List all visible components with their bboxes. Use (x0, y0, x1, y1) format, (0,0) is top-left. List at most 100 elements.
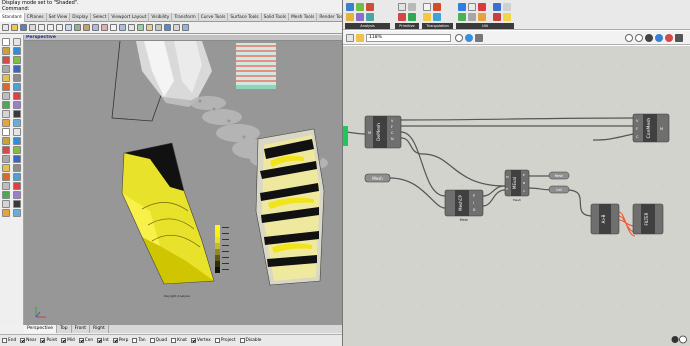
gh-definition[interactable]: DeMesh M V F C N Mesh MeshCP P I D Mesh (343, 46, 690, 346)
tool-palette-icon[interactable] (2, 56, 10, 64)
tool-palette-icon[interactable] (13, 137, 21, 145)
osnap-mid[interactable]: Mid (61, 335, 75, 346)
toolbar-tab-visibility[interactable]: Visibility (149, 13, 173, 22)
toolbar-tab-select[interactable]: Select (91, 13, 110, 22)
tool-palette-icon[interactable] (13, 128, 21, 136)
preview-mode-icon[interactable] (635, 34, 643, 42)
curvature-icon[interactable] (356, 13, 364, 21)
new-file-icon[interactable] (2, 24, 9, 31)
blur-icon[interactable] (478, 13, 486, 21)
toolbar-tab-render-tools[interactable]: Render Tools (317, 13, 342, 22)
toolbar-tab-curve-tools[interactable]: Curve Tools (199, 13, 229, 22)
tool-palette-icon[interactable] (13, 65, 21, 73)
command-prompt[interactable]: Command: (2, 6, 29, 13)
undo-icon[interactable] (65, 24, 72, 31)
convex-hull-icon[interactable] (423, 13, 431, 21)
tool-palette-icon[interactable] (2, 137, 10, 145)
perspective-viewport[interactable]: Perspective Daylight Analysis (24, 35, 343, 325)
new-document-icon[interactable] (346, 34, 354, 42)
osnap-int[interactable]: Int (97, 335, 109, 346)
mesh-colours-icon[interactable] (493, 3, 501, 11)
mesh-plane-icon[interactable] (398, 13, 406, 21)
osnap-knot[interactable]: Knot (171, 335, 187, 346)
osnap-checkbox[interactable] (40, 338, 46, 343)
tool-palette-icon[interactable] (2, 209, 10, 217)
toolbar-tab-solid-tools[interactable]: Solid Tools (262, 13, 290, 22)
osnap-checkbox[interactable] (132, 338, 138, 343)
zoom-extents-icon[interactable] (101, 24, 108, 31)
osnap-near[interactable]: Near (20, 335, 36, 346)
view-tab-right[interactable]: Right (90, 325, 109, 333)
tool-palette-icon[interactable] (13, 146, 21, 154)
osnap-disable[interactable]: Disable (239, 335, 261, 346)
deconstruct-mesh-component[interactable]: DeMesh M V F C N (364, 115, 402, 149)
filter-component[interactable]: FILTER (632, 203, 664, 235)
osnap-checkbox[interactable] (239, 338, 245, 343)
toolbar-tab-transform[interactable]: Transform (172, 13, 199, 22)
tool-palette-icon[interactable] (2, 128, 10, 136)
toolbar-tab-surface-tools[interactable]: Surface Tools (228, 13, 262, 22)
zoom-icon[interactable] (92, 24, 99, 31)
tool-palette-icon[interactable] (13, 83, 21, 91)
tool-palette-icon[interactable] (13, 191, 21, 199)
closest-point-icon[interactable] (366, 13, 374, 21)
osnap-checkbox[interactable] (214, 338, 220, 343)
toolbar-tab-mesh-tools[interactable]: Mesh Tools (289, 13, 318, 22)
viewport-layout-icon[interactable] (119, 24, 126, 31)
tool-palette-icon[interactable] (13, 200, 21, 208)
toolbar-tab-cplanes[interactable]: CPlanes (25, 13, 47, 22)
osnap-cen[interactable]: Cen (78, 335, 93, 346)
flip-icon[interactable] (468, 13, 476, 21)
osnap-checkbox[interactable] (171, 338, 177, 343)
mesh-eval-component[interactable]: MEval M P P N C Mesh (504, 169, 530, 202)
save-icon[interactable] (20, 24, 27, 31)
mesh-sphere-icon[interactable] (408, 3, 416, 11)
osnap-checkbox[interactable] (78, 338, 84, 343)
mesh-analysis-icon[interactable] (356, 3, 364, 11)
face-boundaries-icon[interactable] (503, 13, 511, 21)
viewport-scene[interactable]: Daylight Analysis (24, 41, 343, 325)
osnap-perp[interactable]: Perp (112, 335, 128, 346)
toolbar-tab-set-view[interactable]: Set View (47, 13, 71, 22)
sketch-icon[interactable] (475, 34, 483, 42)
view-tab-top[interactable]: Top (57, 325, 72, 333)
help-icon[interactable] (182, 24, 189, 31)
grid-icon[interactable] (128, 24, 135, 31)
view-tab-front[interactable]: Front (72, 325, 91, 333)
tool-palette-icon[interactable] (2, 173, 10, 181)
mesh-closest-point-component[interactable]: MeshCP P I D Mesh (444, 189, 484, 222)
tool-palette-icon[interactable] (2, 164, 10, 172)
osnap-checkbox[interactable] (20, 338, 26, 343)
area-icon[interactable] (366, 3, 374, 11)
tool-palette-icon[interactable] (13, 56, 21, 64)
toolbar-tab-viewport-layout[interactable]: Viewport Layout (109, 13, 150, 22)
render-icon[interactable] (164, 24, 171, 31)
light-icon[interactable] (146, 24, 153, 31)
layer-icon[interactable] (137, 24, 144, 31)
osnap-tan[interactable]: Tan (132, 335, 146, 346)
green-param-input[interactable] (343, 126, 348, 146)
copy-icon[interactable] (47, 24, 54, 31)
volume-icon[interactable] (346, 13, 354, 21)
tool-palette-icon[interactable] (13, 110, 21, 118)
compare-component[interactable]: A>B (590, 203, 620, 235)
osnap-vertex[interactable]: Vertex (191, 335, 211, 346)
mesh-box-icon[interactable] (398, 3, 406, 11)
bake-icon[interactable] (655, 34, 663, 42)
smooth-icon[interactable] (458, 13, 466, 21)
relay-mesh-param[interactable]: Mesh (548, 171, 570, 180)
pan-icon[interactable] (74, 24, 81, 31)
tool-palette-icon[interactable] (2, 191, 10, 199)
tool-palette-icon[interactable] (2, 47, 10, 55)
osnap-checkbox[interactable] (2, 338, 7, 343)
canvas-navigator-icon[interactable] (671, 335, 687, 344)
tool-palette-icon[interactable] (13, 101, 21, 109)
options-icon[interactable] (173, 24, 180, 31)
osnap-checkbox[interactable] (149, 338, 155, 343)
tool-palette-icon[interactable] (13, 209, 21, 217)
tool-palette-icon[interactable] (13, 74, 21, 82)
quadtree-icon[interactable] (433, 13, 441, 21)
print-icon[interactable] (29, 24, 36, 31)
tool-palette-icon[interactable] (13, 119, 21, 127)
relay-cell-param[interactable]: Cell (548, 185, 570, 194)
